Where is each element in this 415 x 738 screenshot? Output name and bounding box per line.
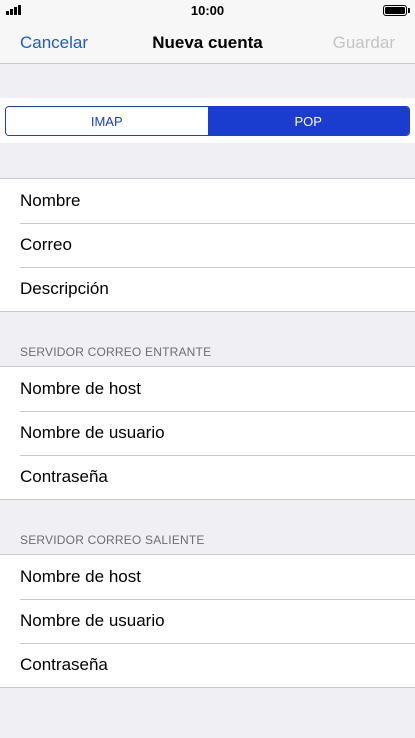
cancel-button[interactable]: Cancelar: [20, 33, 88, 53]
outgoing-host-field[interactable]: Nombre de host: [0, 555, 415, 599]
incoming-server-group: Nombre de host Nombre de usuario Contras…: [0, 366, 415, 500]
description-field[interactable]: Descripción: [0, 267, 415, 311]
segment-pop[interactable]: POP: [207, 107, 409, 135]
status-bar: 10:00: [0, 0, 415, 20]
incoming-server-header: SERVIDOR CORREO ENTRANTE: [20, 345, 212, 359]
outgoing-password-field[interactable]: Contraseña: [0, 643, 415, 687]
navigation-bar: Cancelar Nueva cuenta Guardar: [0, 20, 415, 64]
outgoing-server-group: Nombre de host Nombre de usuario Contras…: [0, 554, 415, 688]
segment-imap[interactable]: IMAP: [6, 107, 208, 135]
email-field[interactable]: Correo: [0, 223, 415, 267]
incoming-username-field[interactable]: Nombre de usuario: [0, 411, 415, 455]
outgoing-server-header: SERVIDOR CORREO SALIENTE: [20, 533, 205, 547]
name-field[interactable]: Nombre: [0, 179, 415, 223]
account-info-group: Nombre Correo Descripción: [0, 178, 415, 312]
outgoing-username-field[interactable]: Nombre de usuario: [0, 599, 415, 643]
protocol-segmented-control: IMAP POP: [5, 106, 410, 136]
battery-icon: [383, 5, 407, 16]
save-button[interactable]: Guardar: [333, 33, 395, 53]
status-time: 10:00: [190, 3, 225, 18]
battery-tip: [408, 8, 410, 13]
incoming-host-field[interactable]: Nombre de host: [0, 367, 415, 411]
incoming-password-field[interactable]: Contraseña: [0, 455, 415, 499]
